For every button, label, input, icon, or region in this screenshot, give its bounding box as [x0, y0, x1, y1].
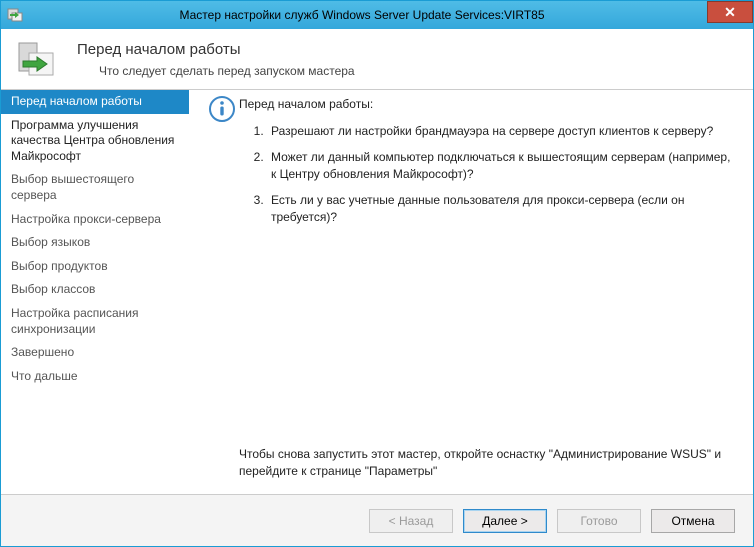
finish-button: Готово — [557, 509, 641, 533]
step-label: Завершено — [11, 345, 74, 359]
step-label: Программа улучшения качества Центра обно… — [11, 118, 174, 163]
wizard-content: Перед началом работы: Разрешают ли настр… — [189, 90, 753, 494]
next-button[interactable]: Далее > — [463, 509, 547, 533]
page-subtitle: Что следует сделать перед запуском масте… — [77, 64, 355, 78]
header-icon — [17, 39, 57, 79]
content-heading: Перед началом работы: — [239, 96, 735, 113]
wizard-header: Перед началом работы Что следует сделать… — [1, 29, 753, 90]
wizard-steps-sidebar: Перед началом работы Программа улучшения… — [1, 90, 189, 494]
step-label: Выбор вышестоящего сервера — [11, 172, 134, 202]
step-label: Настройка прокси-сервера — [11, 212, 161, 226]
step-improvement-program[interactable]: Программа улучшения качества Центра обно… — [1, 114, 189, 169]
step-proxy[interactable]: Настройка прокси-сервера — [1, 208, 189, 232]
wizard-buttons: < Назад Далее > Готово Отмена — [1, 494, 753, 546]
step-label: Настройка расписания синхронизации — [11, 306, 138, 336]
content-footnote: Чтобы снова запустить этот мастер, откро… — [239, 446, 735, 480]
step-finished[interactable]: Завершено — [1, 341, 189, 365]
prerequisite-list: Разрешают ли настройки брандмауэра на се… — [239, 123, 735, 226]
info-icon — [205, 96, 239, 494]
step-languages[interactable]: Выбор языков — [1, 231, 189, 255]
app-icon — [7, 7, 23, 23]
wizard-body: Перед началом работы Программа улучшения… — [1, 90, 753, 494]
list-item: Может ли данный компьютер подключаться к… — [267, 149, 735, 184]
step-before-you-begin[interactable]: Перед началом работы — [1, 90, 189, 114]
content-text: Перед началом работы: Разрешают ли настр… — [239, 96, 735, 494]
step-classes[interactable]: Выбор классов — [1, 278, 189, 302]
step-label: Что дальше — [11, 369, 78, 383]
step-label: Выбор языков — [11, 235, 90, 249]
step-upstream-server[interactable]: Выбор вышестоящего сервера — [1, 168, 189, 207]
step-label: Выбор классов — [11, 282, 95, 296]
titlebar: Мастер настройки служб Windows Server Up… — [1, 1, 753, 29]
step-label: Выбор продуктов — [11, 259, 108, 273]
step-label: Перед началом работы — [11, 94, 142, 108]
list-item: Есть ли у вас учетные данные пользовател… — [267, 192, 735, 227]
list-item: Разрешают ли настройки брандмауэра на се… — [267, 123, 735, 140]
close-icon: ✕ — [724, 5, 736, 19]
back-button: < Назад — [369, 509, 453, 533]
header-text: Перед началом работы Что следует сделать… — [77, 41, 355, 78]
wizard-window: Мастер настройки служб Windows Server Up… — [0, 0, 754, 547]
page-title: Перед началом работы — [77, 41, 355, 58]
step-products[interactable]: Выбор продуктов — [1, 255, 189, 279]
window-title: Мастер настройки служб Windows Server Up… — [149, 8, 604, 22]
step-sync-schedule[interactable]: Настройка расписания синхронизации — [1, 302, 189, 341]
close-button[interactable]: ✕ — [707, 1, 753, 23]
step-whats-next[interactable]: Что дальше — [1, 365, 189, 389]
cancel-button[interactable]: Отмена — [651, 509, 735, 533]
